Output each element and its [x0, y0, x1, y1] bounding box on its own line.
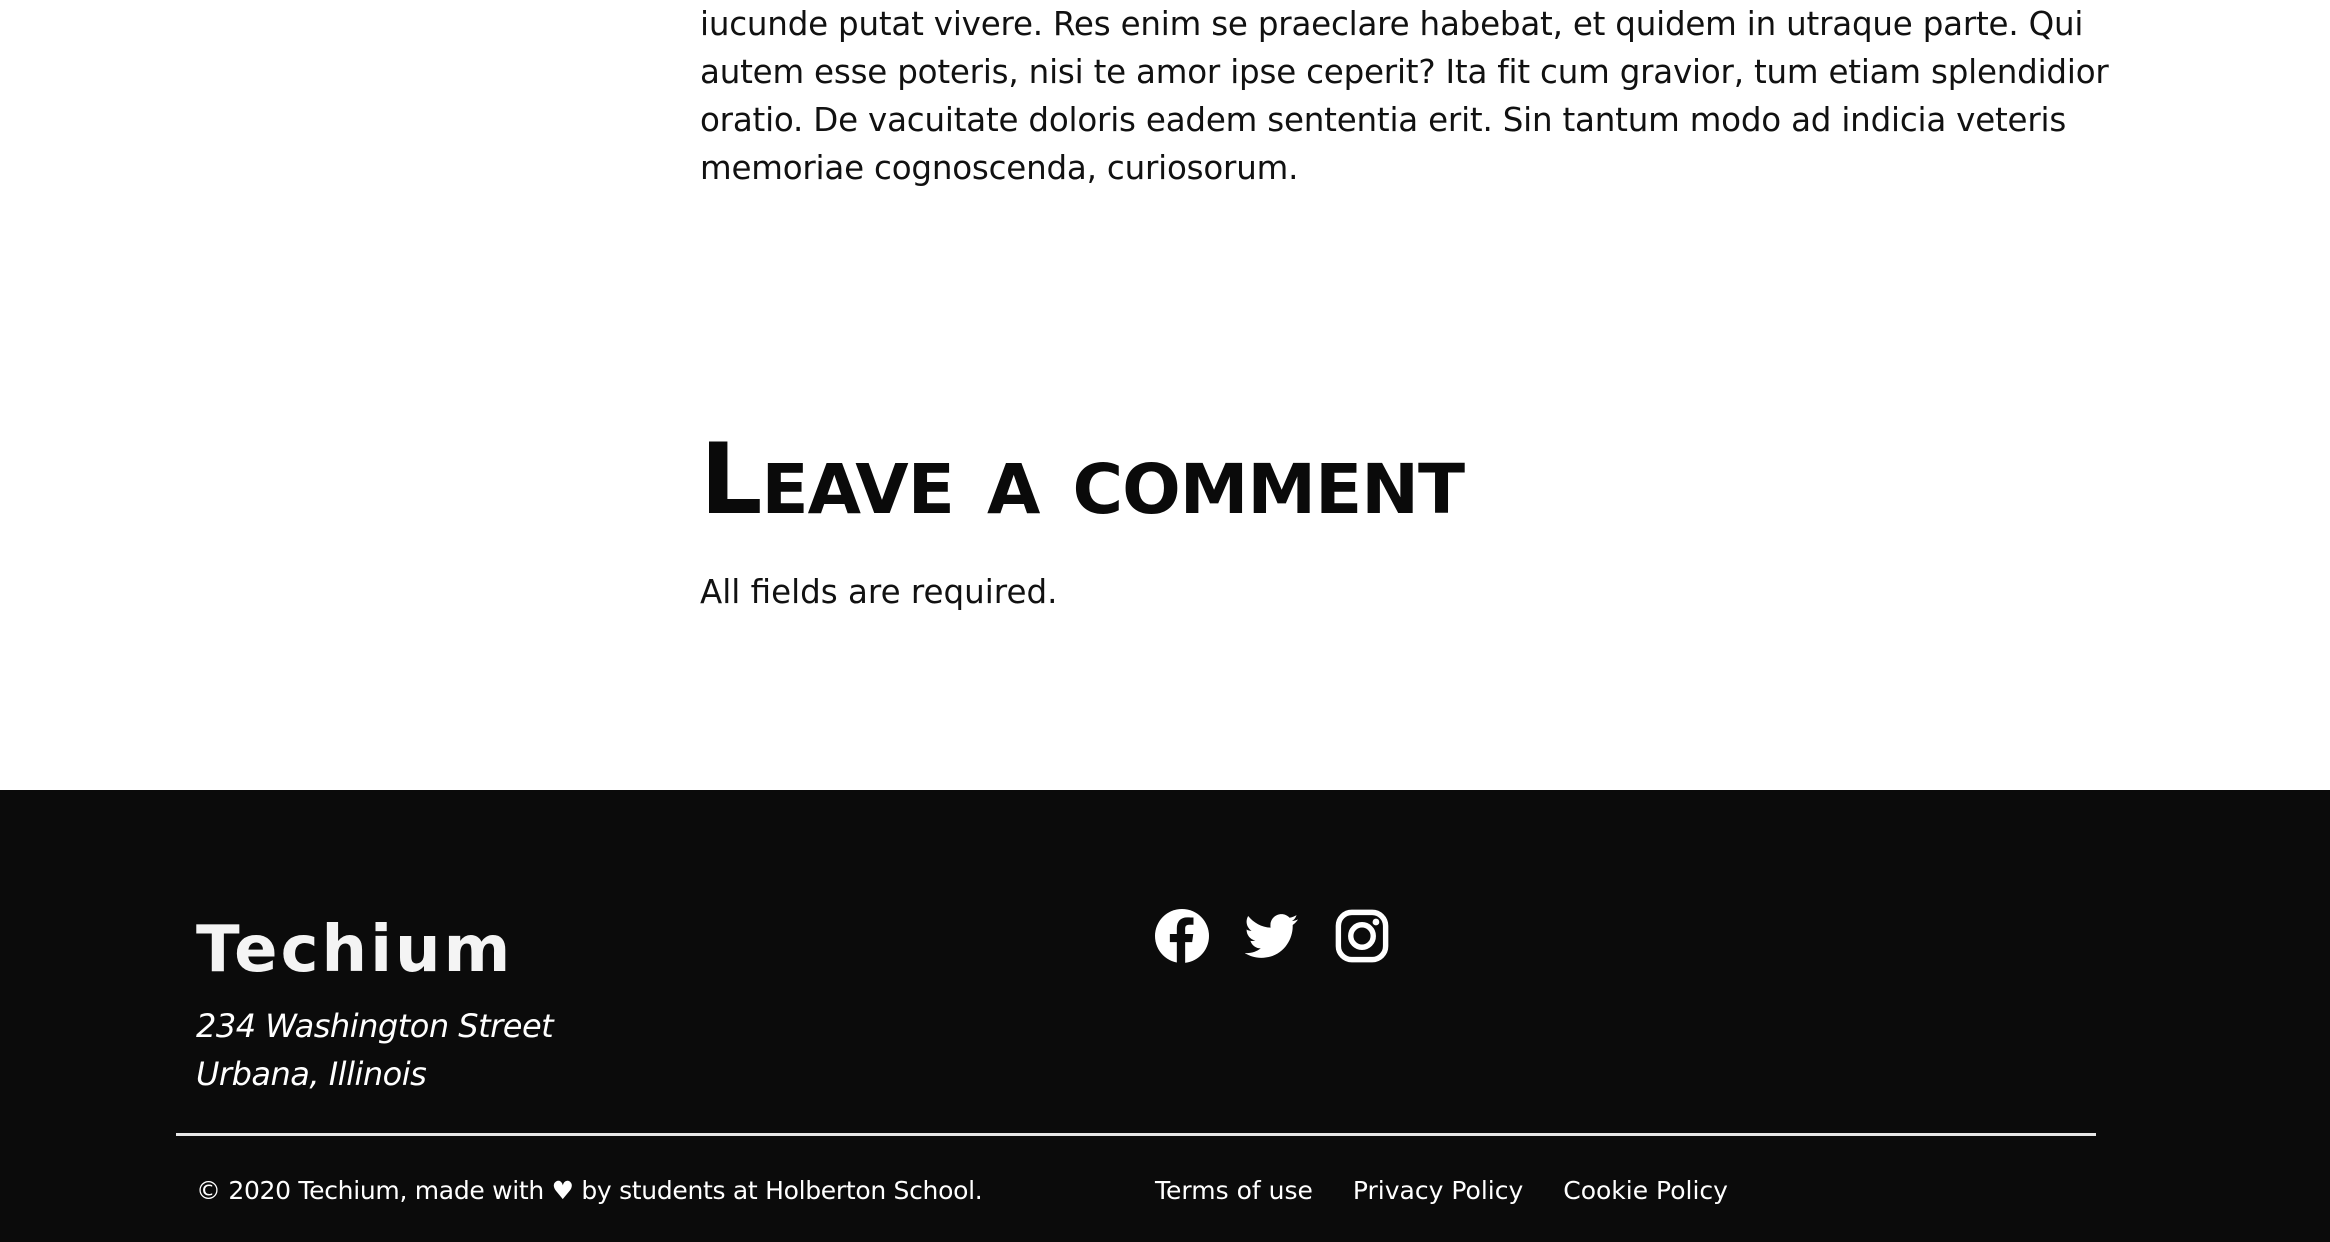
comment-section-title: Leave a comment — [700, 423, 1465, 537]
footer-divider — [176, 1133, 2096, 1136]
legal-links: Terms of use Privacy Policy Cookie Polic… — [1155, 1173, 1728, 1209]
facebook-icon — [1155, 909, 1209, 963]
facebook-link[interactable] — [1155, 909, 1209, 963]
article-content: iucunde putat vivere. Res enim se praecl… — [0, 0, 2330, 790]
instagram-link[interactable] — [1335, 909, 1389, 963]
twitter-icon — [1245, 914, 1299, 958]
copyright-text: © 2020 Techium, made with ♥ by students … — [196, 1176, 983, 1205]
cookie-policy-link[interactable]: Cookie Policy — [1563, 1173, 1728, 1209]
address-line-city: Urbana, Illinois — [196, 1055, 427, 1093]
privacy-policy-link[interactable]: Privacy Policy — [1353, 1173, 1523, 1209]
twitter-link[interactable] — [1245, 909, 1299, 963]
site-footer: Techium 234 Washington Street Urbana, Il… — [0, 790, 2330, 1242]
terms-of-use-link[interactable]: Terms of use — [1155, 1173, 1313, 1209]
article-paragraph: iucunde putat vivere. Res enim se praecl… — [700, 5, 2109, 187]
social-links — [1155, 908, 1389, 964]
address-line-street: 234 Washington Street — [196, 1007, 554, 1045]
instagram-icon — [1335, 909, 1389, 963]
comment-required-note: All fields are required. — [700, 573, 1058, 611]
footer-address: 234 Washington Street Urbana, Illinois — [196, 1002, 554, 1098]
footer-logo[interactable]: Techium — [196, 910, 513, 990]
